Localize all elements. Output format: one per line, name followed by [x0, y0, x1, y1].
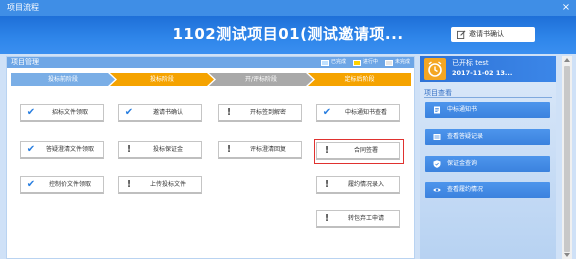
- step-bid-deposit[interactable]: ! 投标保证金: [118, 141, 202, 159]
- view-performance-button[interactable]: 查看履约情况: [425, 182, 550, 198]
- step-view-award-notice[interactable]: ✔ 中标通知书查看: [316, 104, 400, 122]
- step-invitation-confirm[interactable]: ✔ 邀请书确认: [118, 104, 202, 122]
- exclamation-icon: !: [226, 144, 232, 155]
- project-header: 1102测试项目01(测试邀请项... 邀请书确认: [0, 16, 576, 54]
- view-qa-records-button[interactable]: 查看答疑记录: [425, 129, 550, 145]
- step-performance-entry[interactable]: ! 履约情况录入: [316, 176, 400, 194]
- opening-datetime: 2017-11-02 13...: [452, 69, 513, 77]
- window-titlebar: 项目流程 ×: [0, 0, 576, 16]
- deposit-query-button[interactable]: 保证金查询: [425, 156, 550, 172]
- stage-award[interactable]: 定标后阶段: [308, 73, 411, 86]
- legend-doing-swatch: [352, 59, 361, 66]
- panel-header: 项目管理 已完成 进行中 未完成: [7, 57, 414, 68]
- check-icon: ✔: [26, 107, 36, 118]
- document-icon: [434, 106, 440, 114]
- panel-title: 项目管理: [11, 58, 39, 66]
- stage-opening[interactable]: 开/评标阶段: [209, 73, 313, 86]
- step-evaluation-clarification-reply[interactable]: ! 评标澄清回复: [218, 141, 302, 159]
- scroll-up-icon[interactable]: [564, 58, 570, 62]
- window-title: 项目流程: [7, 3, 39, 12]
- vertical-scrollbar[interactable]: [562, 56, 572, 259]
- award-notice-button[interactable]: 中标通知书: [425, 102, 550, 118]
- step-receive-clarification-doc[interactable]: ✔ 答疑澄清文件领取: [20, 141, 104, 159]
- close-icon[interactable]: ×: [560, 0, 572, 16]
- legend-done-label: 已完成: [330, 59, 346, 65]
- check-icon: ✔: [322, 107, 332, 118]
- legend-none-swatch: [384, 59, 393, 66]
- stage-bidding[interactable]: 投标阶段: [110, 73, 214, 86]
- check-icon: ✔: [26, 179, 36, 190]
- exclamation-icon: !: [324, 213, 330, 224]
- step-subcontract-abandon-request[interactable]: ! 转包弃工申请: [316, 210, 400, 228]
- step-receive-tender-doc[interactable]: ✔ 招标文件领取: [20, 104, 104, 122]
- invite-confirm-button[interactable]: 邀请书确认: [451, 27, 535, 42]
- opening-status: 已开标 test: [452, 59, 489, 67]
- eye-icon: [433, 188, 441, 192]
- scroll-down-icon[interactable]: [564, 253, 570, 257]
- invite-confirm-label: 邀请书确认: [469, 30, 504, 38]
- legend-done-swatch: [320, 59, 329, 66]
- step-upload-bid-doc[interactable]: ! 上传投标文件: [118, 176, 202, 194]
- check-icon: ✔: [26, 144, 36, 155]
- exclamation-icon: !: [324, 179, 330, 190]
- divider: [424, 97, 552, 98]
- exclamation-icon: !: [126, 179, 132, 190]
- record-icon: [433, 134, 441, 140]
- legend-none-label: 未完成: [394, 59, 410, 65]
- right-panel: 已开标 test 2017-11-02 13... 项目查看 中标通知书 查看答…: [420, 56, 556, 259]
- legend-doing-label: 进行中: [362, 59, 378, 65]
- alarm-clock-icon: [424, 58, 446, 80]
- exclamation-icon: !: [126, 144, 132, 155]
- exclamation-icon: !: [226, 107, 232, 118]
- step-receive-price-doc[interactable]: ✔ 控制价文件领取: [20, 176, 104, 194]
- check-icon: ✔: [124, 107, 134, 118]
- legend: 已完成 进行中 未完成: [314, 58, 410, 67]
- edit-icon: [457, 30, 466, 39]
- highlight-box: [314, 139, 404, 164]
- step-opening-signin-decrypt[interactable]: ! 开标签到解密: [218, 104, 302, 122]
- status-card: 已开标 test 2017-11-02 13...: [420, 56, 556, 82]
- stage-pre-bid[interactable]: 投标前阶段: [11, 73, 115, 86]
- stage-bar: 投标前阶段 投标阶段 开/评标阶段 定标后阶段: [11, 73, 411, 86]
- shield-icon: [433, 160, 441, 168]
- scrollbar-thumb[interactable]: [564, 66, 570, 252]
